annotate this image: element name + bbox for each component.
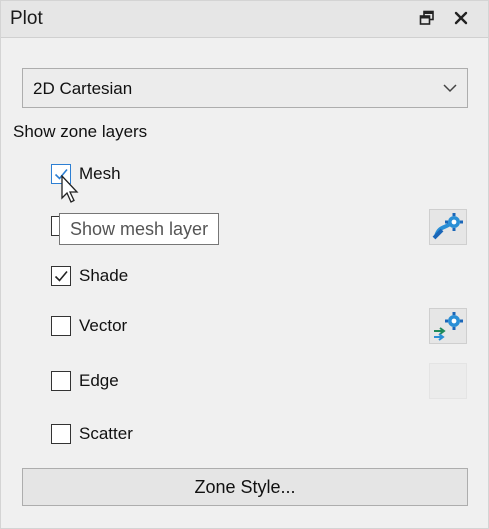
layer-row-scatter: Scatter (51, 420, 133, 448)
mesh-label: Mesh (79, 164, 121, 183)
panel-title: Plot (10, 8, 43, 29)
layer-row-vector: Vector (51, 312, 127, 340)
vector-settings-icon (434, 312, 463, 341)
vector-settings-button[interactable] (429, 308, 467, 344)
edge-label: Edge (79, 371, 119, 390)
zone-style-button[interactable]: Zone Style... (22, 468, 468, 506)
edge-checkbox[interactable] (51, 371, 71, 391)
contour-settings-button[interactable] (429, 209, 467, 245)
plot-panel: Plot 2D Cartesian Show zone layers Mesh … (0, 0, 489, 529)
layer-row-shade: Shade (51, 262, 128, 290)
contour-settings-icon (432, 213, 463, 240)
vector-checkbox[interactable] (51, 316, 71, 336)
shade-checkbox[interactable] (51, 266, 71, 286)
vector-label: Vector (79, 316, 128, 335)
panel-titlebar: Plot (1, 1, 488, 38)
close-icon[interactable] (449, 6, 473, 30)
zone-layers-heading: Show zone layers (13, 122, 148, 141)
checkmark-icon (54, 270, 68, 282)
tooltip: Show mesh layer (59, 213, 220, 245)
edge-settings-button (429, 363, 467, 399)
chevron-down-icon (443, 84, 457, 93)
layer-row-edge: Edge (51, 367, 119, 395)
shade-label: Shade (79, 266, 129, 285)
plot-type-value: 2D Cartesian (33, 79, 133, 98)
plot-type-dropdown[interactable]: 2D Cartesian (22, 68, 468, 108)
mouse-cursor-icon (61, 175, 79, 203)
scatter-checkbox[interactable] (51, 424, 71, 444)
float-window-icon[interactable] (415, 6, 439, 30)
scatter-label: Scatter (79, 424, 133, 443)
